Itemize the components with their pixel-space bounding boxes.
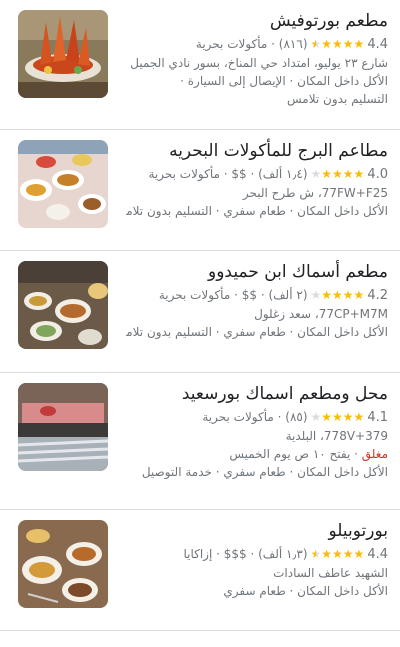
place-name[interactable]: مطعم أسماك ابن حميدوو bbox=[126, 261, 388, 284]
place-name[interactable]: مطاعم البرج للمأكولات البحريه bbox=[126, 140, 388, 163]
result-info: مطعم أسماك ابن حميدوو 4.2★★★★★(٢ ألف) · … bbox=[126, 261, 388, 341]
category: مأكولات بحرية bbox=[158, 288, 231, 302]
price-level: $$ bbox=[231, 167, 247, 181]
rating-value: 4.4 bbox=[367, 547, 388, 562]
rating-row: 4.0★★★★★(١٫٤ ألف) · $$ · مأكولات بحرية bbox=[148, 167, 388, 182]
opening-hours: مغلق · يفتح ١٠ ص يوم الخميس bbox=[126, 445, 388, 463]
status-closed: مغلق bbox=[361, 447, 388, 461]
star-rating-icon: ★★★★★ bbox=[310, 288, 365, 302]
rating-value: 4.0 bbox=[367, 167, 388, 182]
rating-value: 4.2 bbox=[367, 288, 388, 303]
services: الأكل داخل المكان · طعام سفري bbox=[223, 584, 388, 598]
place-name[interactable]: مطعم بورتوفيش bbox=[126, 10, 388, 33]
place-name[interactable]: محل ومطعم اسماك بورسعيد bbox=[126, 383, 388, 406]
result-info: مطاعم البرج للمأكولات البحريه 4.0★★★★★(١… bbox=[126, 140, 388, 220]
restaurant-table-photo[interactable] bbox=[18, 140, 108, 228]
address: شارع ٢٣ يوليو، امتداد حي المناخ، بسور نا… bbox=[130, 56, 388, 70]
opens-at: · يفتح ١٠ ص يوم الخميس bbox=[229, 447, 358, 461]
result-info: مطعم بورتوفيش 4.4★★★★★(٨١٦) · مأكولات بح… bbox=[126, 10, 388, 108]
result-card[interactable]: بورتوبيلو 4.4★★★★★(١٫٣ ألف) · $$$ · إزاك… bbox=[0, 510, 400, 631]
rating-row: 4.4★★★★★(١٫٣ ألف) · $$$ · إزاكايا bbox=[183, 547, 388, 562]
category: مأكولات بحرية bbox=[148, 167, 220, 181]
review-count[interactable]: (٢ ألف) bbox=[268, 288, 307, 302]
star-rating-icon: ★★★★★ bbox=[310, 167, 365, 181]
review-count[interactable]: (١٫٣ ألف) bbox=[258, 547, 307, 561]
fish-dishes-photo[interactable] bbox=[18, 261, 108, 349]
star-rating-icon: ★★★★★ bbox=[310, 410, 365, 424]
address: 77FW+F25، ش طرح البحر bbox=[242, 186, 388, 200]
result-card[interactable]: محل ومطعم اسماك بورسعيد 4.1★★★★★(٨٥) · م… bbox=[0, 373, 400, 510]
services-extra: التسليم بدون تلامس bbox=[287, 92, 388, 106]
star-rating-icon: ★★★★★ bbox=[310, 37, 365, 51]
services: الأكل داخل المكان · طعام سفري · خدمة الت… bbox=[141, 465, 388, 479]
review-count[interactable]: (٨٥) bbox=[285, 410, 307, 424]
price-level: $$ bbox=[241, 288, 257, 302]
results-list: مطعم بورتوفيش 4.4★★★★★(٨١٦) · مأكولات بح… bbox=[0, 0, 400, 631]
rating-value: 4.4 bbox=[367, 37, 388, 52]
price-level: $$$ bbox=[223, 547, 247, 561]
result-card[interactable]: مطعم بورتوفيش 4.4★★★★★(٨١٦) · مأكولات بح… bbox=[0, 0, 400, 130]
address: 778V+379، البلدية bbox=[285, 429, 388, 443]
rating-value: 4.1 bbox=[367, 410, 388, 425]
category: مأكولات بحرية bbox=[202, 410, 274, 424]
result-info: بورتوبيلو 4.4★★★★★(١٫٣ ألف) · $$$ · إزاك… bbox=[126, 520, 388, 600]
services: الأكل داخل المكان · طعام سفري · التسليم … bbox=[126, 204, 388, 218]
category: مأكولات بحرية bbox=[195, 37, 268, 51]
services: الأكل داخل المكان · طعام سفري · التسليم … bbox=[126, 325, 388, 339]
fish-market-photo[interactable] bbox=[18, 383, 108, 471]
place-name[interactable]: بورتوبيلو bbox=[126, 520, 388, 543]
address: 77CP+M7M، سعد زغلول bbox=[254, 307, 388, 321]
category: إزاكايا bbox=[183, 547, 213, 561]
services: الأكل داخل المكان · الإيصال إلى السيارة … bbox=[180, 74, 388, 88]
fried-fish-plates-photo[interactable] bbox=[18, 520, 108, 608]
rating-row: 4.4★★★★★(٨١٦) · مأكولات بحرية bbox=[195, 37, 388, 52]
result-info: محل ومطعم اسماك بورسعيد 4.1★★★★★(٨٥) · م… bbox=[126, 383, 388, 481]
star-rating-icon: ★★★★★ bbox=[310, 547, 365, 561]
rating-row: 4.1★★★★★(٨٥) · مأكولات بحرية bbox=[202, 410, 388, 425]
result-card[interactable]: مطعم أسماك ابن حميدوو 4.2★★★★★(٢ ألف) · … bbox=[0, 251, 400, 373]
rating-row: 4.2★★★★★(٢ ألف) · $$ · مأكولات بحرية bbox=[158, 288, 388, 303]
review-count[interactable]: (٨١٦) bbox=[279, 37, 308, 51]
review-count[interactable]: (١٫٤ ألف) bbox=[258, 167, 307, 181]
seafood-platter-photo[interactable] bbox=[18, 10, 108, 98]
result-card[interactable]: مطاعم البرج للمأكولات البحريه 4.0★★★★★(١… bbox=[0, 130, 400, 251]
address: الشهيد عاطف السادات bbox=[273, 566, 388, 580]
